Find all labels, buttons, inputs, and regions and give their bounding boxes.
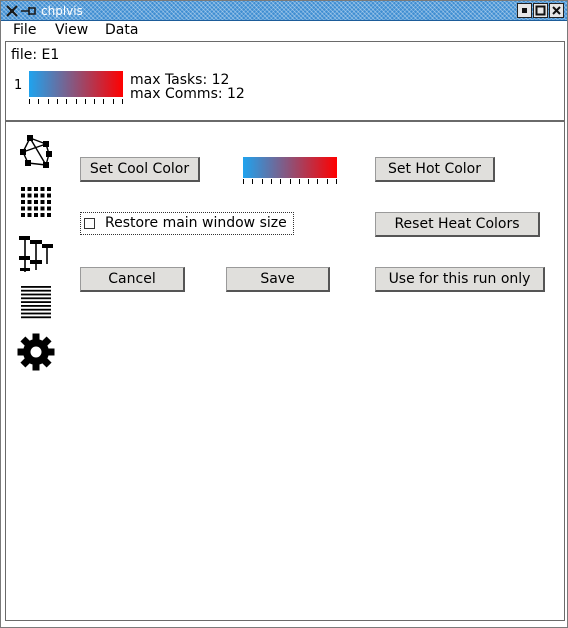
heat-preview-ticks: [243, 179, 337, 185]
scale-tick: [252, 179, 253, 184]
menu-file[interactable]: File: [13, 22, 36, 39]
window-title: chplvis: [41, 4, 83, 18]
heat-gradient-bar: [29, 71, 123, 97]
scale-tick: [29, 99, 30, 104]
max-comms-label: max Comms: 12: [130, 86, 245, 102]
settings-gear-icon[interactable]: [16, 332, 56, 372]
restore-window-size-option[interactable]: Restore main window size: [80, 212, 294, 235]
save-button[interactable]: Save: [226, 267, 330, 292]
grid-view-icon[interactable]: [16, 182, 56, 222]
menu-view[interactable]: View: [55, 22, 88, 39]
view-sidebar: [5, 121, 65, 621]
scale-tick: [66, 99, 67, 104]
menu-bar: File View Data: [2, 21, 567, 41]
close-icon: [552, 6, 561, 15]
scale-tick: [308, 179, 309, 184]
use-for-this-run-only-button[interactable]: Use for this run only: [375, 267, 545, 292]
heat-scale-ticks: [29, 99, 123, 105]
list-view-icon[interactable]: [16, 282, 56, 322]
title-bar[interactable]: chplvis: [1, 1, 567, 21]
scale-tick: [336, 179, 337, 184]
minimize-icon: [522, 8, 527, 13]
cancel-button[interactable]: Cancel: [80, 267, 185, 292]
scale-tick: [299, 179, 300, 184]
max-tasks-label: max Tasks: 12: [130, 72, 230, 88]
pin-icon[interactable]: [21, 4, 37, 21]
scale-tick: [85, 99, 86, 104]
set-cool-color-button[interactable]: Set Cool Color: [80, 157, 200, 182]
restore-window-size-label: Restore main window size: [105, 215, 287, 231]
minimize-button[interactable]: [517, 3, 532, 18]
info-panel: file: E1 1 max Tasks: 12 max Comms: 12: [5, 41, 565, 121]
graph-view-icon[interactable]: [16, 132, 56, 172]
scale-tick: [113, 99, 114, 104]
scale-tick: [317, 179, 318, 184]
scale-tick: [262, 179, 263, 184]
concurrency-view-icon[interactable]: [16, 234, 56, 274]
reset-heat-colors-button[interactable]: Reset Heat Colors: [375, 212, 540, 237]
file-label: file: E1: [11, 47, 60, 63]
scale-tick: [48, 99, 49, 104]
scale-tick: [290, 179, 291, 184]
settings-panel: Set Cool Color Set Hot Color Restore mai…: [64, 121, 565, 621]
app-window: chplvis File View Data file: E1 1 max Ta…: [0, 0, 568, 628]
menu-data[interactable]: Data: [105, 22, 138, 39]
scale-tick: [280, 179, 281, 184]
app-menu-icon[interactable]: [5, 4, 19, 21]
scale-tick: [243, 179, 244, 184]
maximize-icon: [535, 5, 546, 16]
scale-tick: [38, 99, 39, 104]
heat-gradient-preview: [243, 157, 337, 178]
set-hot-color-button[interactable]: Set Hot Color: [375, 157, 495, 182]
scale-tick: [76, 99, 77, 104]
scale-tick: [94, 99, 95, 104]
restore-window-size-checkbox[interactable]: [84, 218, 95, 229]
locale-number: 1: [14, 78, 23, 93]
scale-tick: [122, 99, 123, 104]
scale-tick: [57, 99, 58, 104]
scale-tick: [103, 99, 104, 104]
close-button[interactable]: [549, 3, 564, 18]
maximize-button[interactable]: [533, 3, 548, 18]
scale-tick: [327, 179, 328, 184]
scale-tick: [271, 179, 272, 184]
